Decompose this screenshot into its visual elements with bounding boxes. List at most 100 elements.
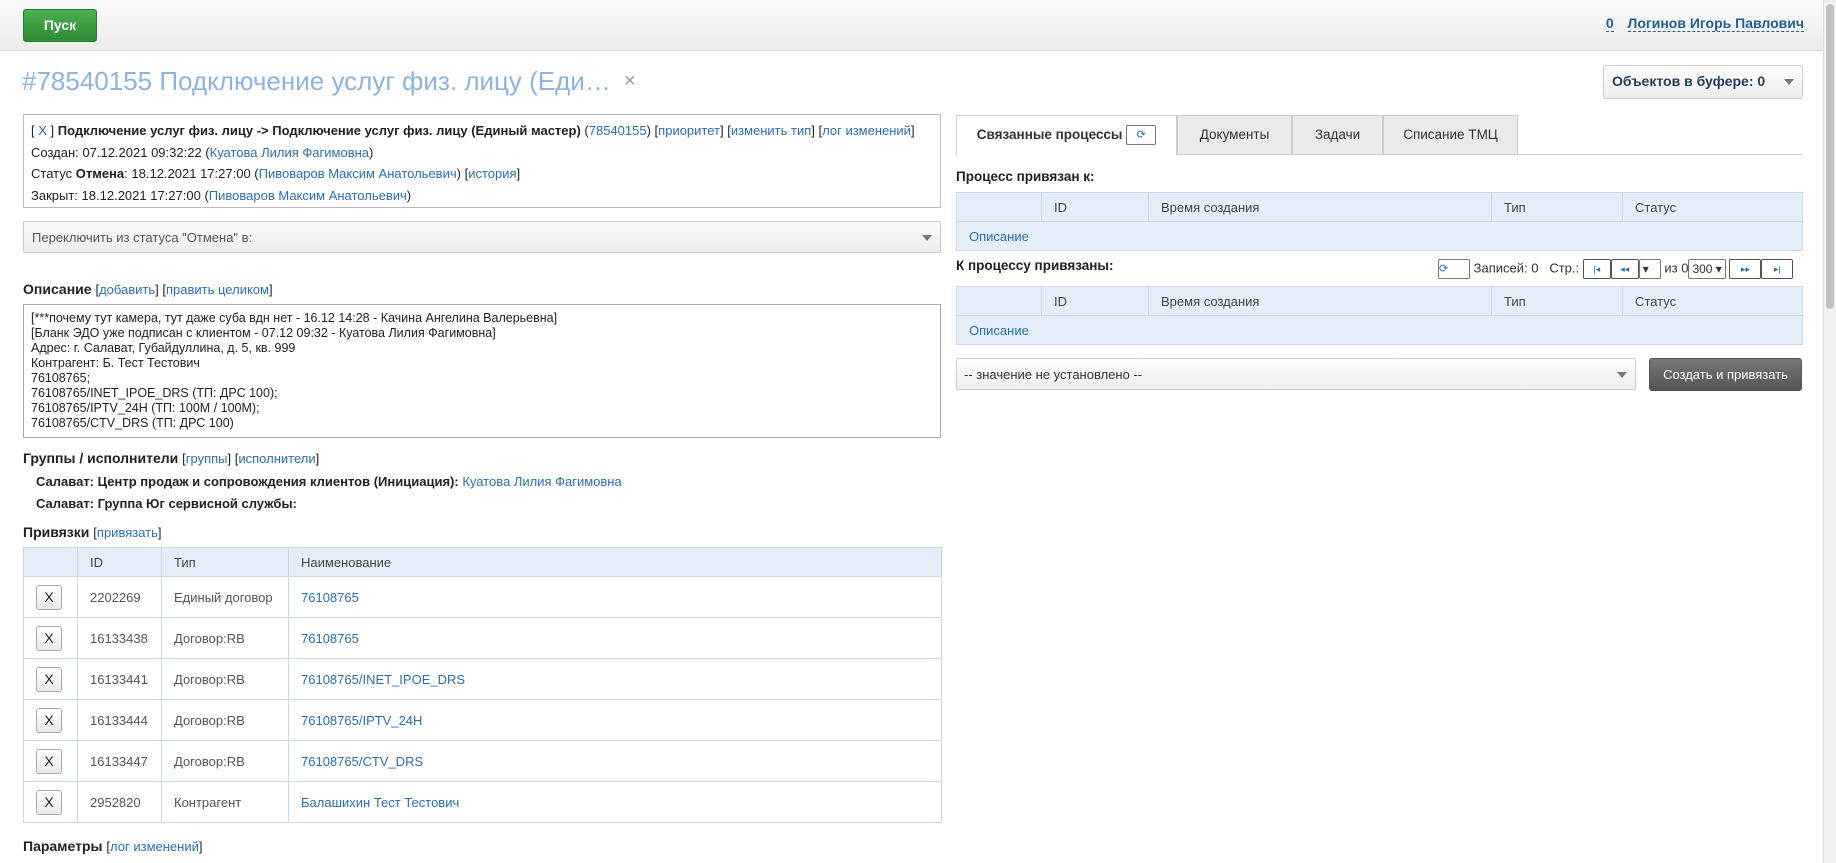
- status-value: Отмена: [75, 166, 125, 181]
- desc-label: Описание: [956, 221, 1803, 251]
- params-title: Параметры: [23, 838, 103, 854]
- desc-label: Описание: [956, 315, 1803, 345]
- tab-documents[interactable]: Документы: [1177, 115, 1292, 154]
- params-heading: Параметры [лог изменений]: [23, 838, 203, 854]
- tab-label: Задачи: [1314, 127, 1361, 142]
- priority-link[interactable]: приоритет: [658, 123, 720, 138]
- next-page-icon[interactable]: ▸▸: [1729, 259, 1762, 279]
- row-name-link[interactable]: 76108765/IPTV_24H: [301, 713, 422, 728]
- page-size-select[interactable]: 300 ▾: [1688, 259, 1726, 279]
- status-time: 18.12.2021 17:27:00: [131, 166, 251, 181]
- table-row: X 2952820 Контрагент Балашихин Тест Тест…: [23, 781, 942, 823]
- row-id: 16133447: [77, 740, 162, 782]
- col-id: ID: [77, 547, 162, 577]
- user-name-link[interactable]: Логинов Игорь Павлович: [1627, 15, 1804, 32]
- col-status: Статус: [1622, 286, 1803, 316]
- change-type-link[interactable]: изменить тип: [731, 123, 811, 138]
- buffer-count-link[interactable]: 0: [1605, 15, 1614, 32]
- remove-binding-button[interactable]: X: [36, 584, 62, 610]
- description-add-link[interactable]: добавить: [99, 282, 155, 297]
- group-2-label: Салават: Группа Юг сервисной службы:: [36, 496, 297, 511]
- switch-status-dropdown[interactable]: Переключить из статуса "Отмена" в:: [23, 221, 941, 253]
- bound-heading: К процессу привязаны:: [956, 258, 1114, 273]
- description-heading: Описание [добавить] [править целиком]: [23, 281, 273, 297]
- row-id: 2202269: [77, 576, 162, 618]
- of-pages: из 0: [1664, 260, 1689, 276]
- page-scrollbar[interactable]: [1823, 0, 1836, 863]
- closed-by-link[interactable]: Пивоваров Максим Анатольевич: [209, 188, 407, 203]
- groups-title: Группы / исполнители: [23, 450, 179, 466]
- refresh-icon[interactable]: ⟳: [1438, 259, 1470, 279]
- info-line-status: Статус Отмена: 18.12.2021 17:27:00 (Пиво…: [31, 166, 521, 181]
- col-name: Наименование: [288, 547, 942, 577]
- group-1-person-link[interactable]: Куатова Лилия Фагимовна: [462, 474, 621, 489]
- remove-binding-button[interactable]: X: [36, 789, 62, 815]
- switch-status-label: Переключить из статуса "Отмена" в:: [32, 230, 253, 245]
- status-by-link[interactable]: Пивоваров Максим Анатольевич: [259, 166, 457, 181]
- params-log-link[interactable]: лог изменений: [110, 839, 199, 854]
- row-type: Договор:RB: [161, 699, 289, 741]
- executors-link[interactable]: исполнители: [238, 451, 315, 466]
- group-line-1: Салават: Центр продаж и сопровождения кл…: [36, 474, 622, 489]
- row-type: Договор:RB: [161, 740, 289, 782]
- created-by-link[interactable]: Куатова Лилия Фагимовна: [210, 145, 369, 160]
- description-title: Описание: [23, 281, 92, 297]
- col-type: Тип: [1491, 192, 1623, 222]
- col-empty: [956, 286, 1042, 316]
- remove-binding-button[interactable]: X: [36, 707, 62, 733]
- remove-binding-button[interactable]: X: [36, 748, 62, 774]
- row-id: 16133438: [77, 617, 162, 659]
- row-name-link[interactable]: 76108765: [301, 590, 359, 605]
- tab-tasks[interactable]: Задачи: [1292, 115, 1383, 154]
- desc-row: Описание: [956, 315, 1803, 345]
- row-name-link[interactable]: 76108765/INET_IPOE_DRS: [301, 672, 465, 687]
- desc-row: Описание: [956, 221, 1803, 251]
- row-name-link[interactable]: 76108765/CTV_DRS: [301, 754, 423, 769]
- tab-write-off[interactable]: Списание ТМЦ: [1383, 115, 1518, 154]
- col-created: Время создания: [1148, 286, 1492, 316]
- group-1-label: Салават: Центр продаж и сопровождения кл…: [36, 474, 459, 489]
- close-process-link[interactable]: X: [38, 123, 47, 138]
- created-label: Создан:: [31, 144, 79, 160]
- start-button[interactable]: Пуск: [23, 9, 97, 42]
- row-name-link[interactable]: Балашихин Тест Тестович: [301, 795, 459, 810]
- col-type: Тип: [1491, 286, 1623, 316]
- col-type: Тип: [161, 547, 289, 577]
- col-id: ID: [1041, 286, 1149, 316]
- table-row: X 2202269 Единый договор 76108765: [23, 576, 942, 618]
- table-header-row: ID Время создания Тип Статус: [956, 286, 1803, 316]
- prev-page-icon[interactable]: ◂◂: [1610, 259, 1639, 279]
- refresh-icon[interactable]: ⟳: [1126, 125, 1157, 146]
- table-row: X 16133444 Договор:RB 76108765/IPTV_24H: [23, 699, 942, 741]
- changes-log-link[interactable]: лог изменений: [822, 123, 911, 138]
- remove-binding-button[interactable]: X: [36, 666, 62, 692]
- table-row: X 16133441 Договор:RB 76108765/INET_IPOE…: [23, 658, 942, 700]
- create-and-bind-button[interactable]: Создать и привязать: [1649, 358, 1802, 391]
- tab-linked-processes[interactable]: Связанные процессы ⟳: [956, 115, 1177, 155]
- description-edit-link[interactable]: править целиком: [166, 282, 269, 297]
- closed-label: Закрыт:: [31, 187, 78, 203]
- description-text[interactable]: [***почему тут камера, тут даже суба вдн…: [23, 304, 941, 438]
- pager: ⟳ Записей: 0 Стр.: |◂ ◂◂ ▾ из 0 300 ▾ ▸▸ ▸|: [1438, 259, 1794, 279]
- first-page-icon[interactable]: |◂: [1582, 259, 1611, 279]
- info-line-path: [ X ] Подключение услуг физ. лицу -> Под…: [31, 123, 915, 138]
- table-row: X 16133438 Договор:RB 76108765: [23, 617, 942, 659]
- top-bar: Пуск 0 Логинов Игорь Павлович: [0, 0, 1836, 51]
- table-row: X 16133447 Договор:RB 76108765/CTV_DRS: [23, 740, 942, 782]
- groups-link[interactable]: группы: [186, 451, 228, 466]
- page-select[interactable]: ▾: [1638, 259, 1661, 279]
- close-icon[interactable]: ×: [624, 70, 636, 93]
- buffer-dropdown[interactable]: Объектов в буфере: 0: [1603, 65, 1803, 99]
- created-value: 07.12.2021 09:32:22: [82, 144, 202, 160]
- bind-link[interactable]: привязать: [97, 525, 158, 540]
- scrollbar-thumb[interactable]: [1826, 4, 1834, 309]
- bindings-table: ID Тип Наименование X 2202269 Единый дог…: [23, 547, 942, 823]
- last-page-icon[interactable]: ▸|: [1761, 259, 1794, 279]
- process-select[interactable]: -- значение не установлено --: [956, 358, 1636, 390]
- history-link[interactable]: история: [468, 166, 516, 181]
- table-header-row: ID Время создания Тип Статус: [956, 192, 1803, 222]
- process-id-link[interactable]: 78540155: [589, 123, 647, 138]
- row-name-link[interactable]: 76108765: [301, 631, 359, 646]
- remove-binding-button[interactable]: X: [36, 625, 62, 651]
- row-id: 16133444: [77, 699, 162, 741]
